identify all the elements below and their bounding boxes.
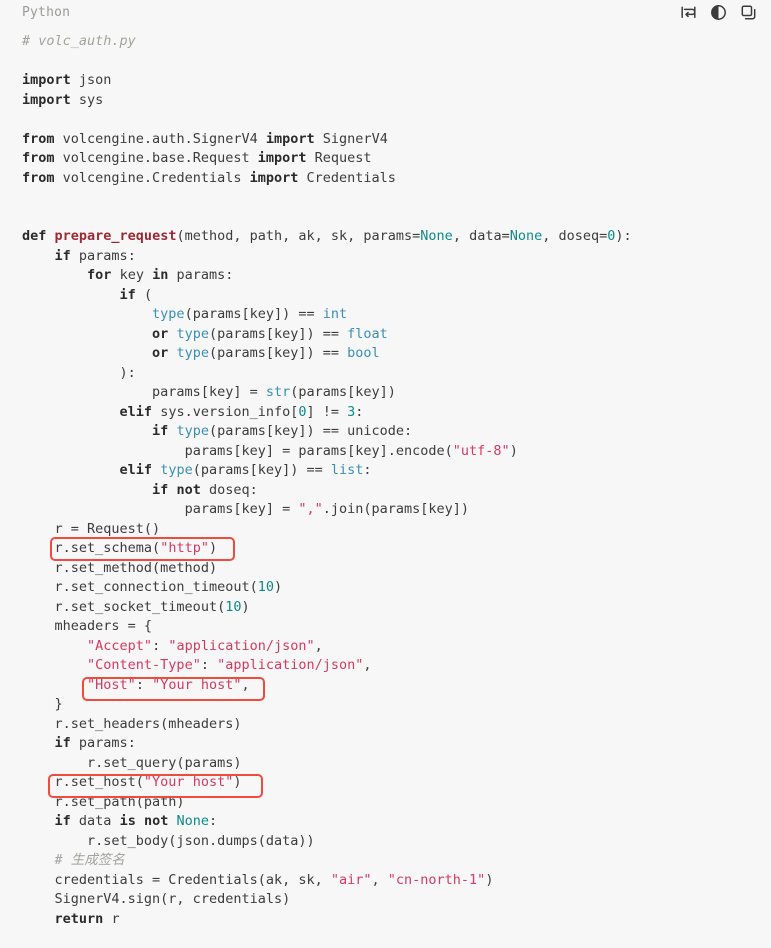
word-wrap-icon[interactable]	[680, 4, 697, 21]
comment-filename: # volc_auth.py	[22, 33, 136, 49]
copy-icon[interactable]	[740, 4, 757, 21]
language-label: Python	[22, 5, 71, 20]
python-source[interactable]: # volc_auth.py import json import sys fr…	[22, 32, 771, 929]
contrast-circle-icon[interactable]	[710, 4, 727, 21]
code-body[interactable]: # volc_auth.py import json import sys fr…	[0, 26, 771, 929]
code-header-actions	[680, 4, 757, 21]
comment-signature: # 生成签名	[54, 852, 125, 868]
code-card-header: Python	[0, 0, 771, 26]
code-snippet-card: Python # volc_auth.py import json import…	[0, 0, 771, 948]
